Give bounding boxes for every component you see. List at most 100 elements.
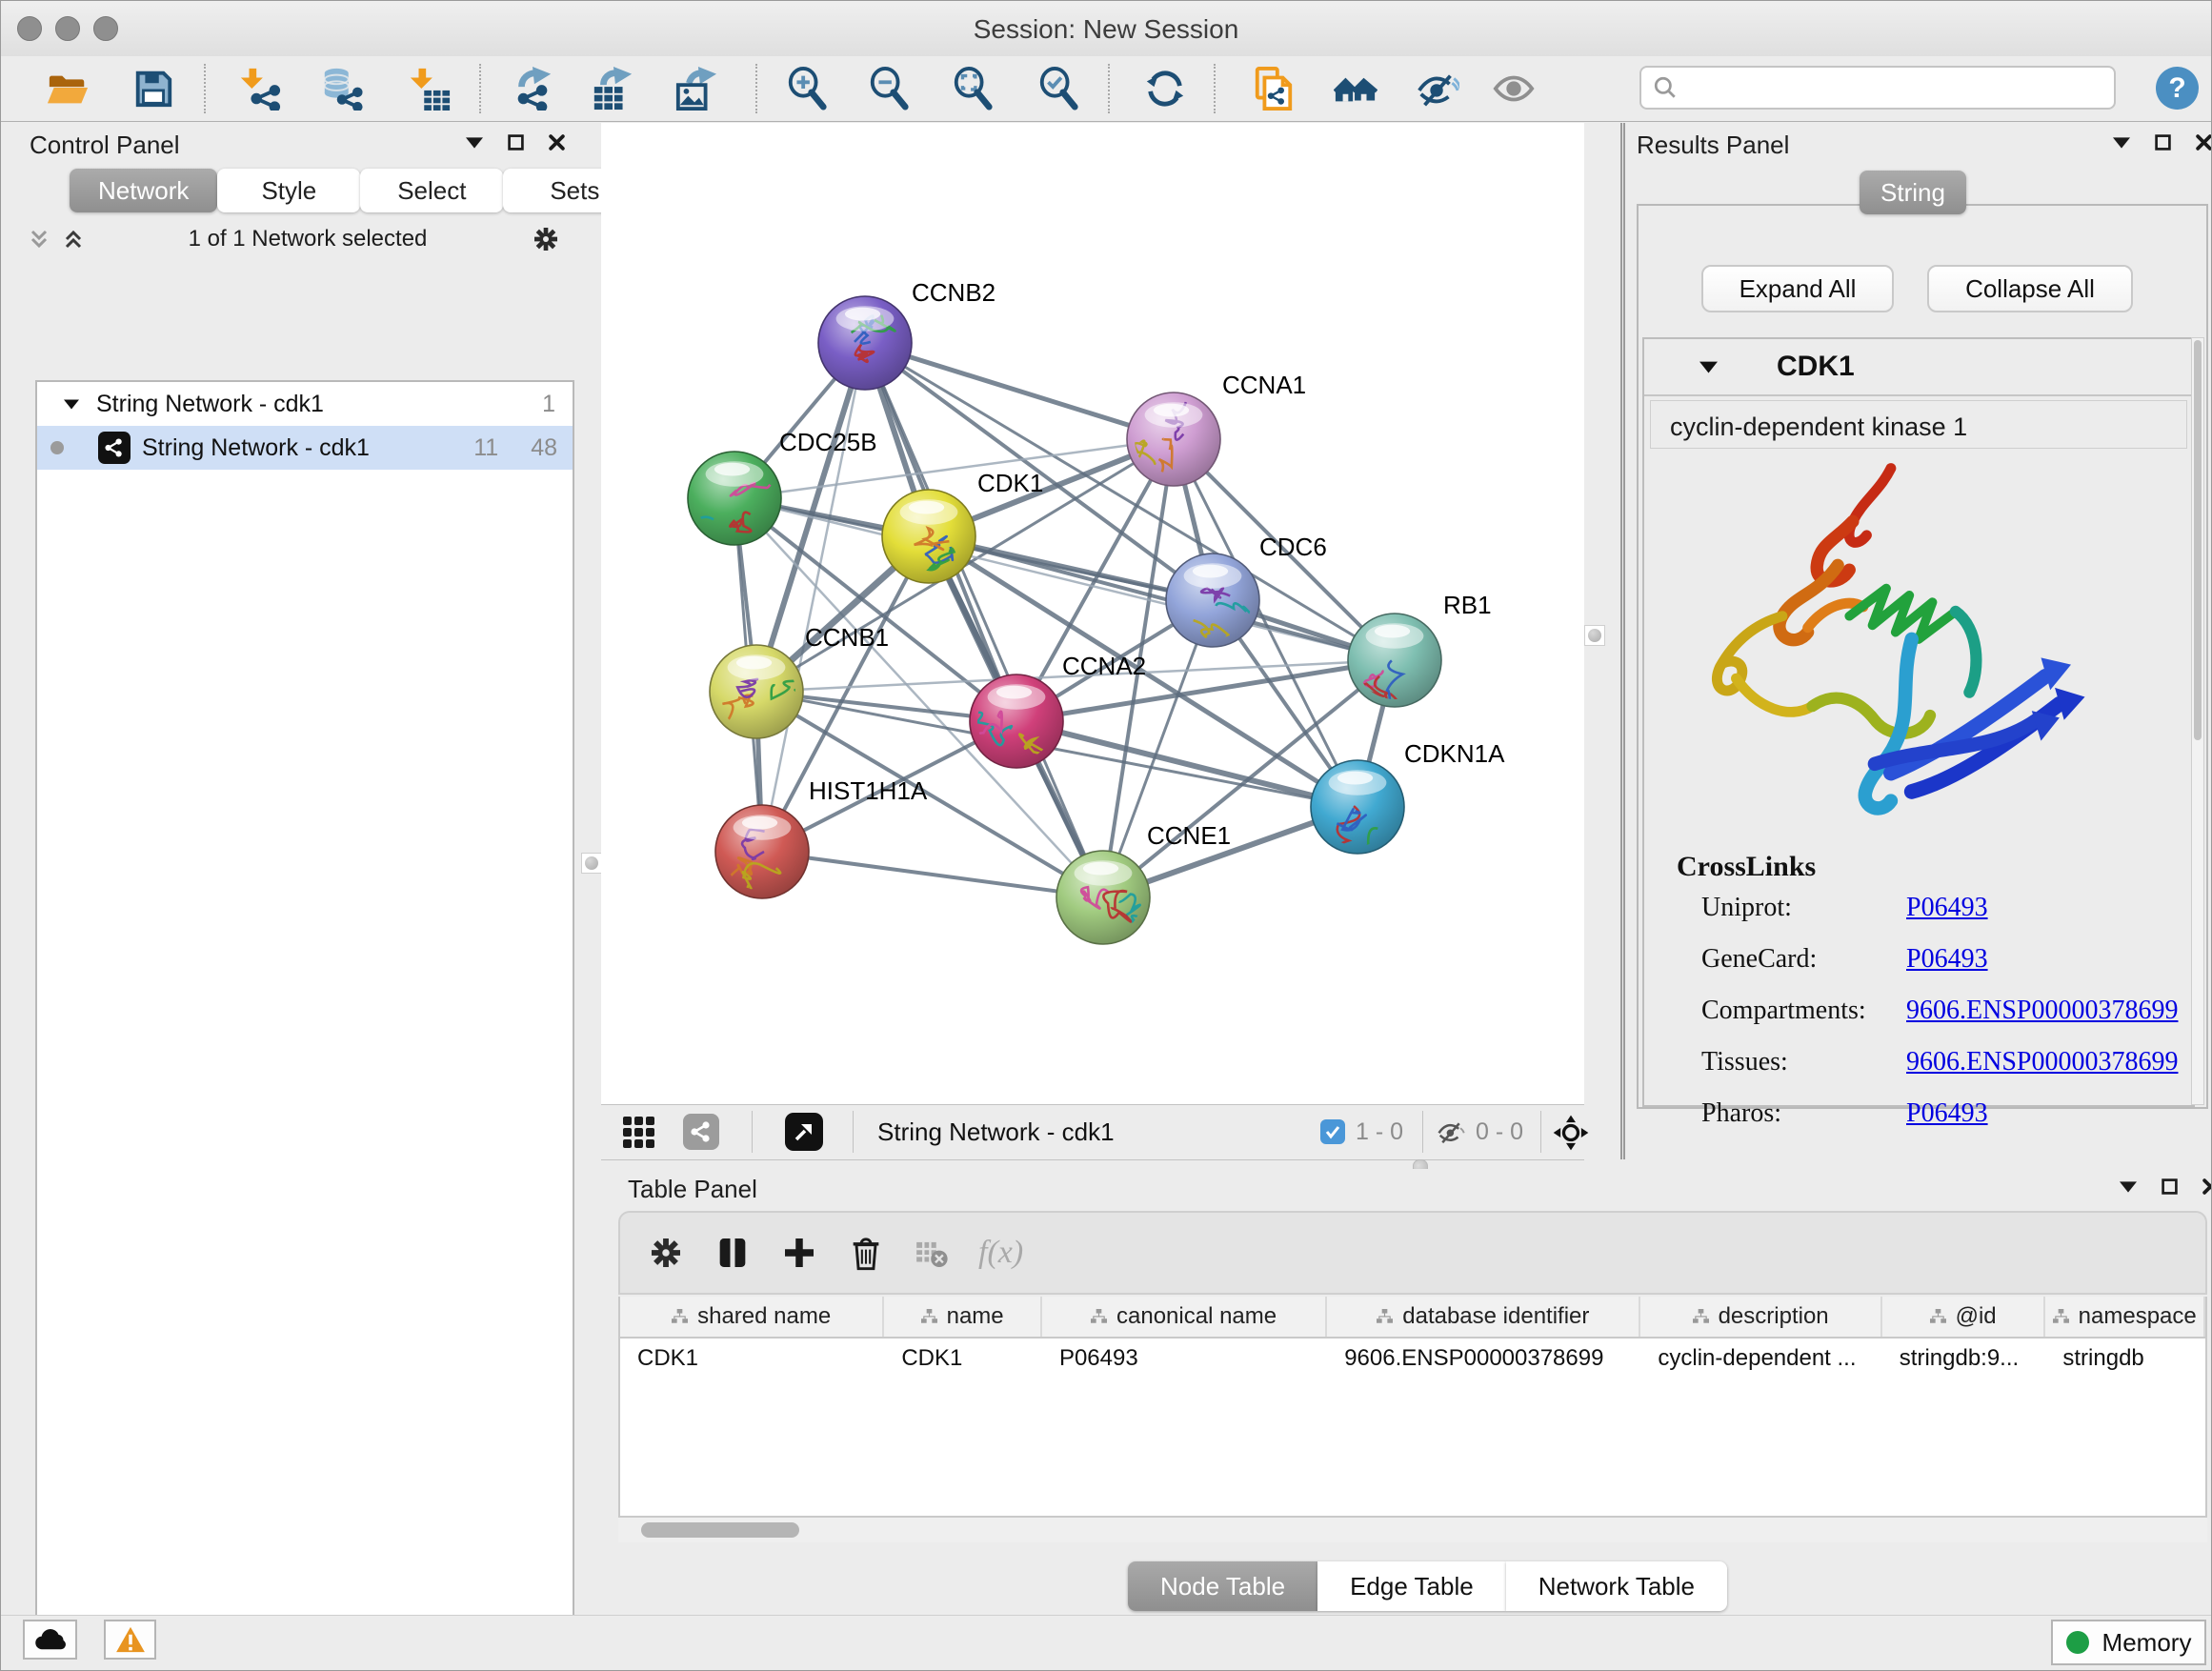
string-home-button[interactable] [1329, 62, 1382, 115]
network-node-CCNB1[interactable] [710, 645, 814, 738]
tissues-link[interactable]: 9606.ENSP00000378699 [1906, 1047, 2178, 1077]
tab-string[interactable]: String [1860, 171, 1966, 214]
gear-icon[interactable] [531, 224, 561, 254]
create-column-plus-icon[interactable] [780, 1234, 818, 1272]
network-node-CDK1[interactable] [882, 490, 975, 583]
help-button[interactable]: ? [2156, 67, 2199, 110]
import-network-file-button[interactable] [233, 62, 287, 115]
right-splitter-handle[interactable] [1584, 625, 1605, 646]
float-panel-icon[interactable] [2120, 1181, 2137, 1193]
results-scrollbar-thumb[interactable] [2194, 340, 2202, 740]
cell-database-identifier[interactable]: 9606.ENSP00000378699 [1327, 1339, 1640, 1379]
center-view-icon[interactable] [1552, 1114, 1590, 1152]
pharos-link[interactable]: P06493 [1906, 1098, 1988, 1129]
network-row-selected[interactable]: String Network - cdk1 11 48 [37, 426, 573, 470]
section-caret-icon[interactable] [1699, 361, 1718, 373]
cell-name[interactable]: CDK1 [884, 1339, 1042, 1379]
expand-all-chevrons-icon[interactable] [28, 228, 50, 251]
refresh-view-button[interactable] [1138, 62, 1192, 115]
cell-id[interactable]: stringdb:9... [1882, 1339, 2046, 1379]
import-network-database-button[interactable] [315, 62, 369, 115]
column-header-database-identifier[interactable]: database identifier [1327, 1297, 1640, 1337]
delete-column-trash-icon[interactable] [847, 1234, 885, 1272]
table-hscrollbar-thumb[interactable] [641, 1522, 799, 1538]
network-node-CCNA2[interactable] [970, 674, 1063, 768]
export-image-button[interactable] [670, 62, 723, 115]
network-node-RB1[interactable] [1348, 614, 1441, 713]
import-table-button[interactable] [403, 62, 456, 115]
tab-edge-table[interactable]: Edge Table [1317, 1561, 1506, 1611]
column-header-canonical-name[interactable]: canonical name [1042, 1297, 1327, 1337]
network-edge-CCNB2-CCNA1[interactable] [865, 343, 1174, 439]
column-header-shared-name[interactable]: shared name [620, 1297, 884, 1337]
zoom-selected-button[interactable] [1032, 62, 1085, 115]
network-edge-CCNB2-CCNE1[interactable] [865, 343, 1103, 897]
column-header-namespace[interactable]: namespace [2045, 1297, 2205, 1337]
tab-network[interactable]: Network [70, 169, 217, 212]
search-input[interactable] [1687, 73, 2102, 102]
tab-network-table[interactable]: Network Table [1506, 1561, 1727, 1611]
table-hscrollbar[interactable] [618, 1518, 2207, 1542]
zoom-in-button[interactable] [780, 62, 834, 115]
column-header-description[interactable]: description [1640, 1297, 1881, 1337]
genecard-link[interactable]: P06493 [1906, 944, 1988, 975]
share-document-button[interactable] [1247, 62, 1300, 115]
hidden-eye-slash-icon[interactable] [1436, 1117, 1466, 1146]
network-edge-CCNB2-HIST1H1A[interactable] [762, 343, 865, 852]
network-node-CCNB2[interactable] [818, 296, 912, 390]
table-row[interactable]: CDK1CDK1P064939606.ENSP00000378699cyclin… [620, 1339, 2205, 1379]
table-settings-gear-icon[interactable] [647, 1234, 685, 1272]
open-session-button[interactable] [41, 62, 94, 115]
save-session-button[interactable] [127, 62, 180, 115]
close-panel-icon[interactable] [2202, 1178, 2212, 1195]
network-node-CDKN1A[interactable] [1311, 760, 1404, 880]
maximize-panel-icon[interactable] [2155, 134, 2171, 151]
network-node-CCNA1[interactable] [1127, 393, 1220, 486]
birdseye-view-icon[interactable] [622, 1116, 656, 1150]
cloud-status-button[interactable] [23, 1620, 77, 1660]
expand-all-button[interactable]: Expand All [1701, 265, 1894, 312]
network-edge-HIST1H1A-CCNE1[interactable] [762, 852, 1103, 897]
selected-checkbox[interactable] [1320, 1119, 1345, 1144]
uniprot-link[interactable]: P06493 [1906, 893, 1988, 923]
network-node-CCNE1[interactable] [1056, 851, 1150, 944]
memory-button[interactable]: Memory [2051, 1620, 2206, 1665]
network-graph[interactable]: CCNB2CCNA1CDC25BCDK1CDC6RB1CCNB1CCNA2CDK… [601, 123, 1584, 1104]
export-network-file-button[interactable] [506, 62, 559, 115]
collapse-all-chevrons-icon[interactable] [62, 228, 85, 251]
cell-description[interactable]: cyclin-dependent ... [1640, 1339, 1881, 1379]
protein-section-header[interactable]: CDK1 [1644, 339, 2193, 396]
network-node-HIST1H1A[interactable] [715, 805, 809, 898]
network-overview-toggle[interactable] [683, 1114, 719, 1150]
hide-panel-button[interactable] [1411, 62, 1464, 115]
detach-view-button[interactable] [785, 1113, 823, 1151]
left-splitter-handle[interactable] [581, 853, 602, 874]
tree-caret-icon[interactable] [64, 399, 79, 410]
results-scrollbar[interactable] [2191, 337, 2204, 1105]
close-panel-icon[interactable] [549, 134, 565, 151]
tab-style[interactable]: Style [217, 169, 360, 212]
cell-canonical-name[interactable]: P06493 [1042, 1339, 1327, 1379]
collapse-all-button[interactable]: Collapse All [1927, 265, 2133, 312]
warning-status-button[interactable] [104, 1620, 156, 1660]
close-panel-icon[interactable] [2196, 134, 2212, 151]
network-canvas[interactable]: CCNB2CCNA1CDC25BCDK1CDC6RB1CCNB1CCNA2CDK… [601, 123, 1584, 1104]
zoom-fit-button[interactable] [946, 62, 999, 115]
float-panel-icon[interactable] [2113, 137, 2130, 149]
column-header-id[interactable]: @id [1882, 1297, 2046, 1337]
cell-namespace[interactable]: stringdb [2045, 1339, 2205, 1379]
tab-select[interactable]: Select [360, 169, 503, 212]
network-node-CDC25B[interactable] [680, 452, 781, 554]
float-panel-icon[interactable] [466, 137, 483, 149]
show-columns-icon[interactable] [714, 1234, 752, 1272]
maximize-panel-icon[interactable] [508, 134, 524, 151]
zoom-out-button[interactable] [862, 62, 915, 115]
network-collection-row[interactable]: String Network - cdk1 1 [37, 382, 573, 426]
show-panel-button[interactable] [1487, 62, 1540, 115]
compartments-link[interactable]: 9606.ENSP00000378699 [1906, 996, 2178, 1026]
network-node-CDC6[interactable] [1166, 554, 1260, 647]
cell-shared-name[interactable]: CDK1 [620, 1339, 884, 1379]
column-header-name[interactable]: name [884, 1297, 1042, 1337]
tab-node-table[interactable]: Node Table [1128, 1561, 1317, 1611]
export-table-button[interactable] [586, 62, 639, 115]
